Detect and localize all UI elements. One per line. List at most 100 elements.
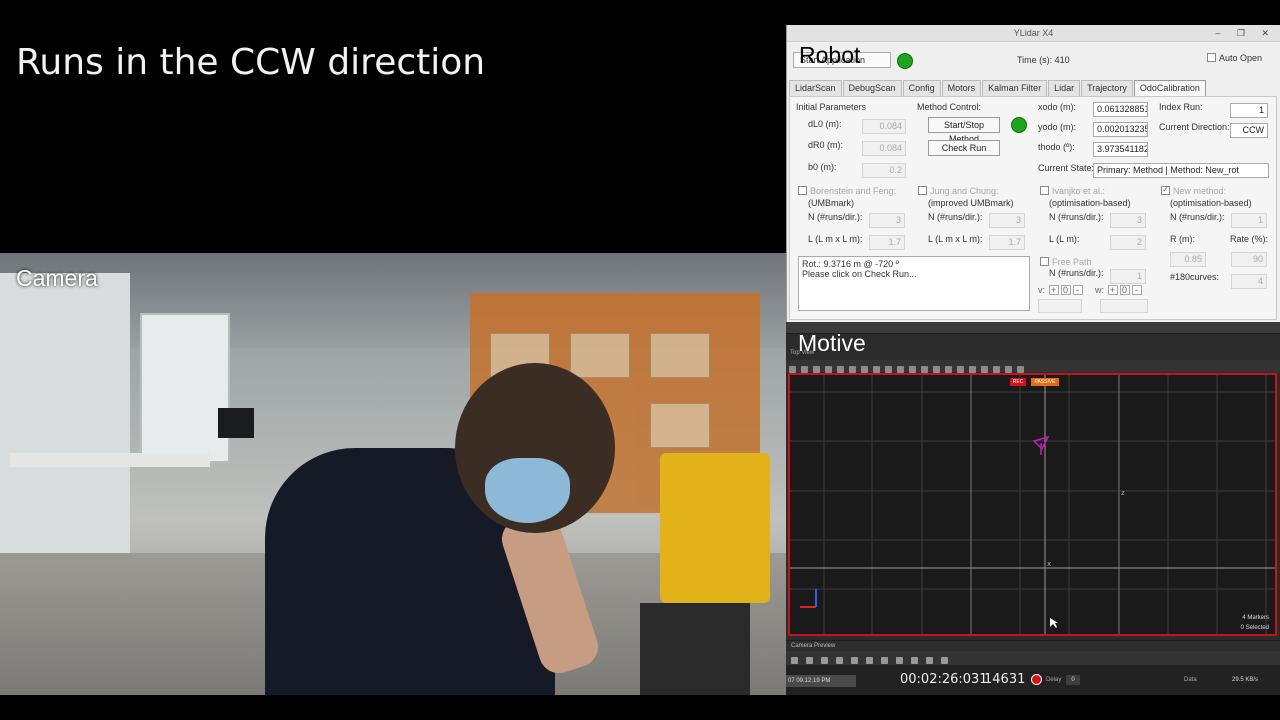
marker-count: 4 Markers 0 Selected: [1241, 613, 1269, 633]
link-icon[interactable]: [1005, 366, 1012, 373]
rotate-icon[interactable]: [909, 366, 916, 373]
tab-odocalibration[interactable]: OdoCalibration: [1133, 80, 1206, 96]
index-run-field[interactable]: 1: [1230, 103, 1268, 118]
scale-icon[interactable]: [921, 366, 928, 373]
new-method-checkbox[interactable]: New method:: [1161, 184, 1227, 196]
v-stepper[interactable]: v: +0-: [1038, 285, 1084, 295]
new-method-title: New method:: [1173, 186, 1227, 196]
edit-icon[interactable]: [926, 657, 933, 664]
tab-config[interactable]: Config: [902, 80, 941, 96]
dl0-field[interactable]: 0.084: [862, 119, 906, 134]
fit-icon[interactable]: [873, 366, 880, 373]
robot-label: Robot: [799, 42, 861, 68]
w-field[interactable]: [1100, 299, 1148, 313]
select-icon[interactable]: [885, 366, 892, 373]
jung-checkbox[interactable]: Jung and Chung:: [918, 186, 999, 196]
link-icon[interactable]: [993, 366, 1000, 373]
window-controls[interactable]: – ❐ ✕: [1215, 25, 1276, 42]
jung-l-field[interactable]: 1.7: [989, 235, 1025, 250]
free-path-n-field[interactable]: 1: [1110, 269, 1146, 284]
origin-axes-icon: [800, 589, 817, 608]
frame-number: 14631: [984, 672, 1026, 687]
checkbox-icon: [1207, 53, 1216, 62]
data-label: Data: [1184, 677, 1197, 683]
initial-params-heading: Initial Parameters: [796, 102, 867, 112]
check-run-button[interactable]: Check Run: [928, 140, 1000, 156]
zoom-icon[interactable]: [821, 657, 828, 664]
motive-window: Motive Top View z x REC PASSIVE 4 Marker…: [786, 322, 1280, 695]
zoom-icon[interactable]: [806, 657, 813, 664]
frame-icon[interactable]: [836, 657, 843, 664]
borenstein-n-field[interactable]: 3: [869, 213, 905, 228]
view-icon[interactable]: [801, 366, 808, 373]
layout-icon[interactable]: [957, 366, 964, 373]
pen-icon[interactable]: [911, 657, 918, 664]
ivanjko-n-field[interactable]: 3: [1110, 213, 1146, 228]
current-state-field[interactable]: Primary: Method | Method: New_rot: [1093, 163, 1269, 178]
timeline-date: 07 09.12.19 PM: [786, 675, 856, 687]
camera-preview-header: Camera Preview: [786, 640, 1280, 650]
xodo-field[interactable]: 0.0613288519: [1093, 102, 1148, 117]
settings-icon[interactable]: [1017, 366, 1024, 373]
w-stepper[interactable]: w: +0-: [1095, 285, 1143, 295]
rec-badge[interactable]: REC: [1010, 378, 1026, 386]
yodo-field[interactable]: 0.0020132351: [1093, 122, 1148, 137]
minus-icon[interactable]: -: [1072, 285, 1083, 295]
b0-field[interactable]: 0.2: [862, 163, 906, 178]
new-method-rate-field[interactable]: 90: [1231, 252, 1267, 267]
stop-icon[interactable]: [896, 657, 903, 664]
select-icon[interactable]: [866, 657, 873, 664]
checkbox-icon: [918, 186, 927, 195]
checkbox-icon: [1040, 186, 1049, 195]
new-method-n-field[interactable]: 1: [1231, 213, 1267, 228]
grid-icon[interactable]: [789, 366, 796, 373]
delay-label: Delay: [1046, 677, 1062, 683]
curves-field[interactable]: 4: [1231, 274, 1267, 289]
delay-field[interactable]: 0: [1066, 675, 1080, 685]
borenstein-l-field[interactable]: 1.7: [869, 235, 905, 250]
passive-badge[interactable]: PASSIVE: [1031, 378, 1059, 386]
ivanjko-l-label: L (L m):: [1049, 234, 1080, 244]
tab-lidar[interactable]: Lidar: [1048, 80, 1081, 96]
visibility-icon[interactable]: [969, 366, 976, 373]
start-stop-method-button[interactable]: Start/Stop Method: [928, 117, 1000, 144]
ivanjko-checkbox[interactable]: Ivanjko et al.:: [1040, 186, 1105, 196]
marker-icon[interactable]: [981, 366, 988, 373]
minus-icon[interactable]: -: [1131, 285, 1142, 295]
tool-icon[interactable]: [825, 366, 832, 373]
plus-icon[interactable]: +: [1107, 285, 1118, 295]
playback-toolbar: [786, 651, 1280, 665]
eye-icon[interactable]: [941, 657, 948, 664]
v-field[interactable]: [1038, 299, 1082, 313]
plus-icon[interactable]: +: [1048, 285, 1059, 295]
record-button[interactable]: [1031, 674, 1042, 685]
layout-icon[interactable]: [945, 366, 952, 373]
tab-debugscan[interactable]: DebugScan: [842, 80, 902, 96]
current-direction-field[interactable]: CCW: [1230, 123, 1268, 138]
ivanjko-l-field[interactable]: 2: [1110, 235, 1146, 250]
dr0-field[interactable]: 0.084: [862, 141, 906, 156]
borenstein-checkbox[interactable]: Borenstein and Feng:: [798, 186, 896, 196]
free-path-checkbox[interactable]: Free Path: [1040, 257, 1092, 267]
new-method-r-field[interactable]: 0.85: [1170, 252, 1206, 267]
camera-icon[interactable]: [813, 366, 820, 373]
auto-open-checkbox[interactable]: Auto Open: [1207, 53, 1262, 63]
rigid-body-marker: [1032, 435, 1050, 455]
zoom-icon[interactable]: [837, 366, 844, 373]
marker-icon[interactable]: [881, 657, 888, 664]
data-rate: 29.5 KB/s: [1232, 677, 1259, 683]
top-view-viewport[interactable]: z x REC PASSIVE 4 Markers 0 Selected: [788, 373, 1277, 636]
zoom-out-icon[interactable]: [861, 366, 868, 373]
tab-lidarscan[interactable]: LidarScan: [789, 80, 842, 96]
tab-trajectory[interactable]: Trajectory: [1081, 80, 1133, 96]
zoom-in-icon[interactable]: [849, 366, 856, 373]
thodo-field[interactable]: 3.9735411826: [1093, 142, 1148, 157]
tool-icon[interactable]: [791, 657, 798, 664]
tab-kalman-filter[interactable]: Kalman Filter: [982, 80, 1048, 96]
layout-icon[interactable]: [933, 366, 940, 373]
frame-icon[interactable]: [851, 657, 858, 664]
jung-n-field[interactable]: 3: [989, 213, 1025, 228]
log-textarea[interactable]: Rot.: 9.3716 m @ -720 º Please click on …: [798, 256, 1030, 311]
tab-motors[interactable]: Motors: [941, 80, 982, 96]
move-icon[interactable]: [897, 366, 904, 373]
